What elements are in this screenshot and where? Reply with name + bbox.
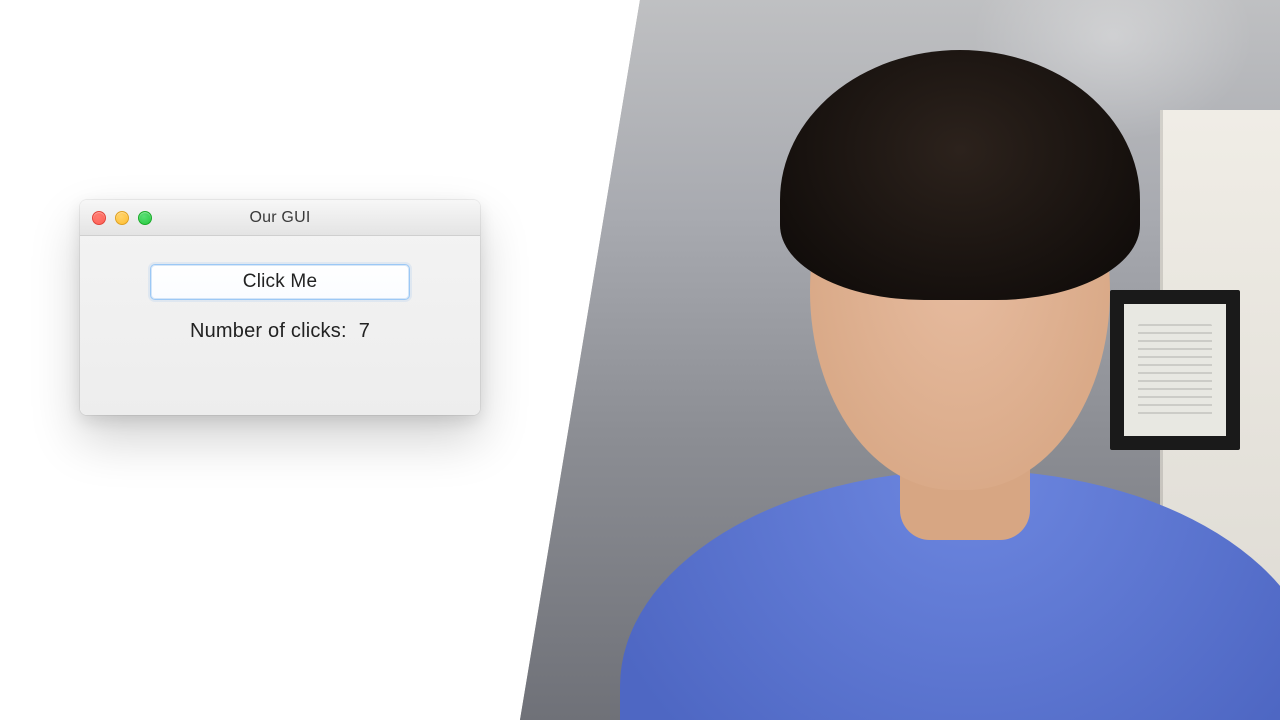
click-me-button-label: Click Me (243, 271, 317, 293)
minimize-icon[interactable] (115, 211, 129, 225)
app-window: Our GUI Click Me Number of clicks: 7 (80, 200, 480, 415)
window-title: Our GUI (250, 209, 311, 227)
click-count-label: Number of clicks: (190, 320, 347, 343)
presenter-panel (520, 0, 1280, 720)
click-count-status: Number of clicks: 7 (190, 320, 370, 343)
close-icon[interactable] (92, 211, 106, 225)
presenter-hair (780, 50, 1140, 300)
maximize-icon[interactable] (138, 211, 152, 225)
traffic-lights (92, 211, 152, 225)
click-me-button[interactable]: Click Me (150, 264, 410, 300)
window-body: Click Me Number of clicks: 7 (80, 236, 480, 367)
click-count-value: 7 (359, 320, 370, 343)
presenter-figure (650, 50, 1270, 720)
titlebar[interactable]: Our GUI (80, 200, 480, 236)
